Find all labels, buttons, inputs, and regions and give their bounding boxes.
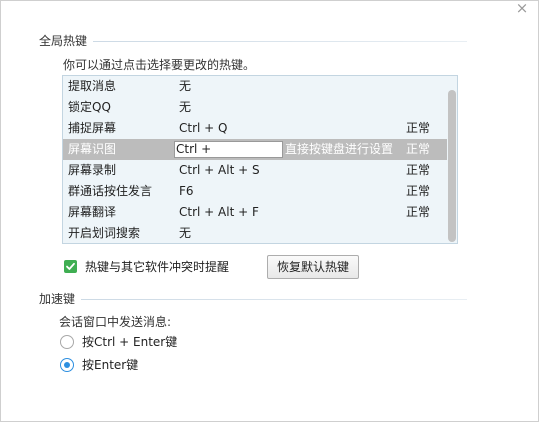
radio-ctrl-enter-label: 按Ctrl + Enter键 — [82, 335, 178, 349]
hotkey-instruction: 你可以通过点击选择要更改的热键。 — [63, 58, 256, 72]
hotkey-status: 正常 — [406, 163, 431, 177]
restore-default-hotkeys-button[interactable]: 恢复默认热键 — [267, 255, 359, 279]
hotkey-row-lock-qq[interactable]: 锁定QQ 无 — [63, 97, 447, 118]
hotkey-row-word-search[interactable]: 开启划词搜索 无 — [63, 223, 447, 243]
hotkey-value: F6 — [179, 184, 194, 198]
hotkey-edit-field[interactable] — [174, 141, 283, 158]
hotkey-value: 无 — [179, 100, 192, 114]
hotkey-row-screen-record[interactable]: 屏幕录制 Ctrl + Alt + S 正常 — [63, 160, 447, 181]
hotkey-name: 屏幕识图 — [68, 142, 117, 156]
radio-enter-label: 按Enter键 — [82, 358, 139, 372]
hotkey-name: 屏幕翻译 — [68, 205, 117, 219]
global-hotkeys-divider — [39, 41, 467, 42]
hotkey-value: Ctrl + Alt + S — [179, 163, 260, 177]
hotkey-name: 屏幕录制 — [68, 163, 117, 177]
hotkey-row-screen-translate[interactable]: 屏幕翻译 Ctrl + Alt + F 正常 — [63, 202, 447, 223]
send-message-label: 会话窗口中发送消息: — [59, 315, 172, 329]
hotkey-status: 正常 — [406, 142, 431, 156]
hotkey-status: 正常 — [406, 205, 431, 219]
hotkey-list: 提取消息 无 锁定QQ 无 捕捉屏幕 Ctrl + Q 正常 屏幕识图 直接按键… — [62, 75, 458, 244]
hotkey-row-capture-screen[interactable]: 捕捉屏幕 Ctrl + Q 正常 — [63, 118, 447, 139]
hotkey-name: 锁定QQ — [68, 100, 111, 114]
radio-unchecked-icon — [60, 335, 74, 349]
hotkey-name: 开启划词搜索 — [68, 226, 141, 240]
close-icon[interactable]: × — [515, 1, 529, 16]
hotkey-value: 无 — [179, 79, 192, 93]
hotkey-status: 正常 — [406, 184, 431, 198]
checkmark-icon — [64, 260, 77, 273]
hotkey-name: 捕捉屏幕 — [68, 121, 117, 135]
scrollbar-thumb[interactable] — [448, 90, 456, 242]
accelerator-title: 加速键 — [39, 291, 82, 307]
global-hotkeys-title: 全局热键 — [39, 33, 94, 49]
hotkey-name: 群通话按住发言 — [68, 184, 153, 198]
hotkey-row-group-call-talk[interactable]: 群通话按住发言 F6 正常 — [63, 181, 447, 202]
radio-dot — [64, 362, 70, 368]
hotkey-status: 正常 — [406, 121, 431, 135]
hotkey-value: Ctrl + Q — [179, 121, 228, 135]
accelerator-divider — [39, 299, 467, 300]
hotkey-row-screen-recognition[interactable]: 屏幕识图 直接按键盘进行设置 正常 — [63, 139, 447, 160]
hotkey-value: 无 — [179, 226, 192, 240]
hotkey-value: Ctrl + Alt + F — [179, 205, 259, 219]
hotkey-name: 提取消息 — [68, 79, 117, 93]
settings-window: × 全局热键 你可以通过点击选择要更改的热键。 提取消息 无 锁定QQ 无 捕捉… — [0, 0, 539, 422]
radio-checked-icon — [60, 358, 74, 372]
conflict-reminder-label: 热键与其它软件冲突时提醒 — [85, 260, 230, 274]
hotkey-row-extract-message[interactable]: 提取消息 无 — [63, 76, 447, 97]
hotkey-hint: 直接按键盘进行设置 — [285, 142, 394, 156]
